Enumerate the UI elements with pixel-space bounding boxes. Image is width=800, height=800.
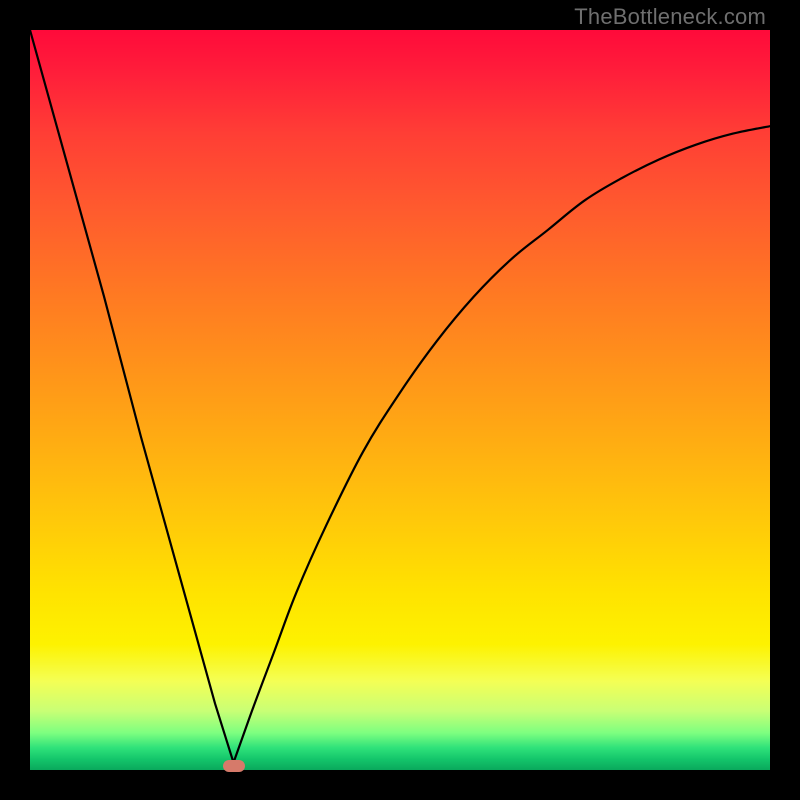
watermark-text: TheBottleneck.com <box>574 4 766 30</box>
curve-left-branch <box>30 30 234 763</box>
bottleneck-marker <box>223 760 245 772</box>
chart-frame <box>30 30 770 770</box>
curve-right-branch <box>234 126 771 762</box>
chart-curves-svg <box>30 30 770 770</box>
